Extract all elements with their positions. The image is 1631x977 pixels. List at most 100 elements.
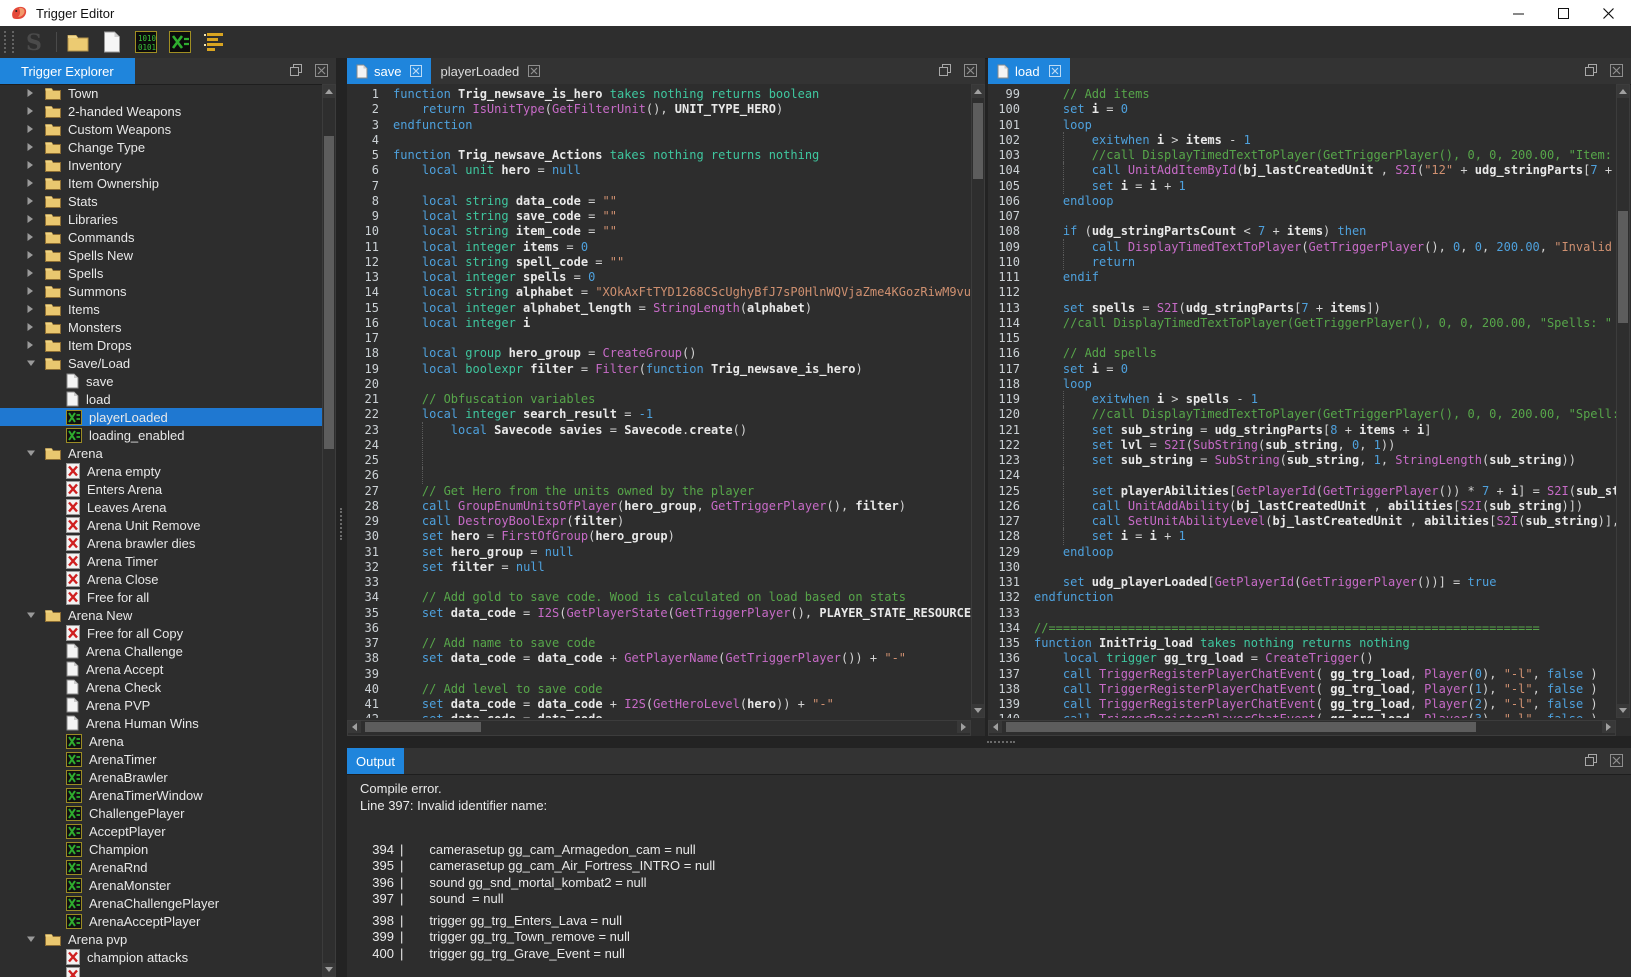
tree-item-stats[interactable]: Stats: [0, 192, 322, 210]
code-line[interactable]: 26: [347, 468, 971, 483]
tree-item-items[interactable]: Items: [0, 300, 322, 318]
tree-item-change-type[interactable]: Change Type: [0, 138, 322, 156]
code-line[interactable]: 104 call UnitAddItemById(bj_lastCreatedU…: [988, 163, 1616, 178]
editor-hscrollbar[interactable]: [347, 720, 971, 736]
code-line[interactable]: 127 call SetUnitAbilityLevel(bj_lastCrea…: [988, 514, 1616, 529]
code-line[interactable]: 135function InitTrig_load takes nothing …: [988, 636, 1616, 651]
expanded-arrow-icon[interactable]: [26, 611, 37, 619]
tree-item-acceptplayer[interactable]: AcceptPlayer: [0, 822, 322, 840]
tree-item-libraries[interactable]: Libraries: [0, 210, 322, 228]
code-line[interactable]: 15 local integer alphabet_length = Strin…: [347, 301, 971, 316]
collapsed-arrow-icon[interactable]: [26, 88, 37, 98]
code-line[interactable]: 119 exitwhen i > spells - 1: [988, 392, 1616, 407]
code-line[interactable]: 113 set spells = S2I(udg_stringParts[7 +…: [988, 301, 1616, 316]
tree-item-challengeplayer[interactable]: ChallengePlayer: [0, 804, 322, 822]
tree-item-spells-new[interactable]: Spells New: [0, 246, 322, 264]
code-line[interactable]: 29 call DestroyBoolExpr(filter): [347, 514, 971, 529]
tree-item-arenabrawler[interactable]: ArenaBrawler: [0, 768, 322, 786]
scroll-up-button[interactable]: [972, 85, 984, 98]
tree-item-custom-weapons[interactable]: Custom Weapons: [0, 120, 322, 138]
tree-item-arena-pvp[interactable]: Arena PVP: [0, 696, 322, 714]
collapsed-arrow-icon[interactable]: [26, 178, 37, 188]
tree-item-spells[interactable]: Spells: [0, 264, 322, 282]
scroll-left-button[interactable]: [348, 721, 361, 733]
code-line[interactable]: 7: [347, 179, 971, 194]
code-line[interactable]: 16 local integer i: [347, 316, 971, 331]
scroll-up-button[interactable]: [1617, 85, 1629, 98]
binary-file-button[interactable]: 10100101: [133, 29, 159, 55]
collapsed-arrow-icon[interactable]: [26, 304, 37, 314]
collapsed-arrow-icon[interactable]: [26, 286, 37, 296]
tree-item-item-drops[interactable]: Item Drops: [0, 336, 322, 354]
code-line[interactable]: 129 endloop: [988, 545, 1616, 560]
float-panel-icon[interactable]: [939, 64, 951, 76]
tree-item-arenaacceptplayer[interactable]: ArenaAcceptPlayer: [0, 912, 322, 930]
code-line[interactable]: 21 // Obfuscation variables: [347, 392, 971, 407]
code-line[interactable]: 35 set data_code = I2S(GetPlayerState(Ge…: [347, 606, 971, 621]
code-line[interactable]: 137 call TriggerRegisterPlayerChatEvent(…: [988, 667, 1616, 682]
tree-item-champion[interactable]: Champion: [0, 840, 322, 858]
code-line[interactable]: 112: [988, 285, 1616, 300]
scrollbar-thumb[interactable]: [324, 136, 334, 449]
tree-item-2-handed-weapons[interactable]: 2-handed Weapons: [0, 102, 322, 120]
code-line[interactable]: 124: [988, 468, 1616, 483]
code-line[interactable]: 20: [347, 377, 971, 392]
tree-item-arena-accept[interactable]: Arena Accept: [0, 660, 322, 678]
tree-item-champion-attacks[interactable]: champion attacks: [0, 948, 322, 966]
scroll-right-button[interactable]: [957, 721, 970, 733]
code-line[interactable]: 40 // Add level to save code: [347, 682, 971, 697]
code-editor-load[interactable]: 99 // Add items100 set i = 0101 loop102 …: [988, 84, 1616, 718]
code-line[interactable]: 116 // Add spells: [988, 346, 1616, 361]
new-folder-button[interactable]: [65, 29, 91, 55]
code-line[interactable]: 39: [347, 667, 971, 682]
code-line[interactable]: 23 local Savecode savies = Savecode.crea…: [347, 423, 971, 438]
code-line[interactable]: 126 call UnitAddAbility(bj_lastCreatedUn…: [988, 499, 1616, 514]
code-line[interactable]: 123 set sub_string = SubString(sub_strin…: [988, 453, 1616, 468]
new-file-button[interactable]: [99, 29, 125, 55]
collapsed-arrow-icon[interactable]: [26, 250, 37, 260]
close-panel-icon[interactable]: [315, 64, 328, 77]
editor-vscrollbar[interactable]: [971, 84, 985, 718]
code-line[interactable]: 18 local group hero_group = CreateGroup(…: [347, 346, 971, 361]
code-line[interactable]: 12 local string spell_code = "": [347, 255, 971, 270]
code-line[interactable]: 6 local unit hero = null: [347, 163, 971, 178]
code-line[interactable]: 103 //call DisplayTimedTextToPlayer(GetT…: [988, 148, 1616, 163]
code-line[interactable]: 118 loop: [988, 377, 1616, 392]
tree-item-arenachallengeplayer[interactable]: ArenaChallengePlayer: [0, 894, 322, 912]
code-line[interactable]: 3endfunction: [347, 118, 971, 133]
code-line[interactable]: 2 return IsUnitType(GetFilterUnit(), UNI…: [347, 102, 971, 117]
tree-item[interactable]: [0, 966, 322, 977]
code-line[interactable]: 8 local string data_code = "": [347, 194, 971, 209]
code-line[interactable]: 33: [347, 575, 971, 590]
code-editor-save[interactable]: 1function Trig_newsave_is_hero takes not…: [347, 84, 971, 718]
code-line[interactable]: 32 set filter = null: [347, 560, 971, 575]
scroll-right-button[interactable]: [1602, 721, 1615, 733]
scroll-left-button[interactable]: [989, 721, 1002, 733]
close-panel-icon[interactable]: [1610, 64, 1623, 77]
collapsed-arrow-icon[interactable]: [26, 124, 37, 134]
code-line[interactable]: 101 loop: [988, 118, 1616, 133]
tree-item-town[interactable]: Town: [0, 84, 322, 102]
tree-item-item-ownership[interactable]: Item Ownership: [0, 174, 322, 192]
code-line[interactable]: 14 local string alphabet = "XOkAxFtTYD12…: [347, 285, 971, 300]
scroll-down-button[interactable]: [1617, 704, 1629, 717]
code-line[interactable]: 42 set data_code = data_code: [347, 712, 971, 718]
code-line[interactable]: 9 local string save_code = "": [347, 209, 971, 224]
tree-item-save[interactable]: save: [0, 372, 322, 390]
tree-item-arena-close[interactable]: Arena Close: [0, 570, 322, 588]
code-line[interactable]: 5function Trig_newsave_Actions takes not…: [347, 148, 971, 163]
code-line[interactable]: 138 call TriggerRegisterPlayerChatEvent(…: [988, 682, 1616, 697]
tree-item-arena-human-wins[interactable]: Arena Human Wins: [0, 714, 322, 732]
collapsed-arrow-icon[interactable]: [26, 232, 37, 242]
tree-item-monsters[interactable]: Monsters: [0, 318, 322, 336]
code-line[interactable]: 19 local boolexpr filter = Filter(functi…: [347, 362, 971, 377]
float-panel-icon[interactable]: [1585, 64, 1597, 76]
tree-item-arena-timer[interactable]: Arena Timer: [0, 552, 322, 570]
code-line[interactable]: 105 set i = i + 1: [988, 179, 1616, 194]
tree-item-free-for-all-copy[interactable]: Free for all Copy: [0, 624, 322, 642]
tab-playerloaded[interactable]: playerLoaded: [431, 58, 549, 84]
scroll-up-button[interactable]: [323, 85, 335, 98]
code-line[interactable]: 130: [988, 560, 1616, 575]
collapsed-arrow-icon[interactable]: [26, 160, 37, 170]
collapsed-arrow-icon[interactable]: [26, 340, 37, 350]
